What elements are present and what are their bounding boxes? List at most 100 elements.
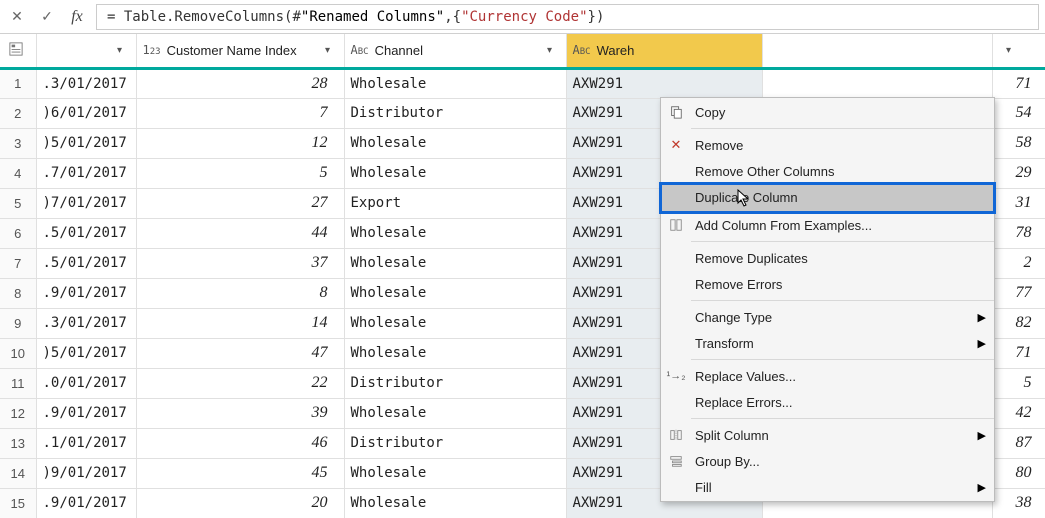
row-number[interactable]: 4	[0, 158, 36, 188]
cell-channel[interactable]: Wholesale	[344, 128, 566, 158]
cell-channel[interactable]: Wholesale	[344, 218, 566, 248]
cell-channel[interactable]: Wholesale	[344, 308, 566, 338]
cell-customer-index[interactable]: 28	[136, 68, 344, 98]
cell-date[interactable]: )6/01/2017	[36, 98, 136, 128]
cell-warehouse[interactable]: AXW291	[566, 68, 762, 98]
cell-value[interactable]: 87	[992, 428, 1045, 458]
menu-group-by[interactable]: Group By...	[661, 448, 994, 474]
cell-date[interactable]: .9/01/2017	[36, 488, 136, 518]
cell-customer-index[interactable]: 27	[136, 188, 344, 218]
row-number[interactable]: 12	[0, 398, 36, 428]
menu-duplicate-column[interactable]: Duplicate Column	[661, 184, 994, 212]
cell-channel[interactable]: Wholesale	[344, 248, 566, 278]
cell-channel[interactable]: Wholesale	[344, 458, 566, 488]
cell-customer-index[interactable]: 14	[136, 308, 344, 338]
cell-date[interactable]: .5/01/2017	[36, 218, 136, 248]
chevron-down-icon[interactable]: ▾	[540, 45, 560, 56]
cell-hidden[interactable]	[762, 68, 992, 98]
cell-value[interactable]: 42	[992, 398, 1045, 428]
cell-customer-index[interactable]: 37	[136, 248, 344, 278]
cell-customer-index[interactable]: 7	[136, 98, 344, 128]
chevron-down-icon[interactable]: ▾	[999, 45, 1019, 56]
cell-customer-index[interactable]: 46	[136, 428, 344, 458]
cell-channel[interactable]: Distributor	[344, 428, 566, 458]
column-header-channel[interactable]: ABC Channel ▾	[344, 34, 566, 68]
table-row[interactable]: 1 .3/01/2017 28 Wholesale AXW291 71	[0, 68, 1045, 98]
cell-channel[interactable]: Wholesale	[344, 68, 566, 98]
chevron-down-icon[interactable]: ▾	[110, 45, 130, 56]
cell-value[interactable]: 77	[992, 278, 1045, 308]
menu-copy[interactable]: Copy	[661, 99, 994, 125]
cell-date[interactable]: .5/01/2017	[36, 248, 136, 278]
cell-channel[interactable]: Wholesale	[344, 338, 566, 368]
row-number[interactable]: 6	[0, 218, 36, 248]
row-number[interactable]: 8	[0, 278, 36, 308]
column-header-customer-index[interactable]: 123 Customer Name Index ▾	[136, 34, 344, 68]
menu-change-type[interactable]: Change Type ▶	[661, 304, 994, 330]
cell-date[interactable]: .9/01/2017	[36, 278, 136, 308]
cell-channel[interactable]: Export	[344, 188, 566, 218]
column-header-hidden[interactable]	[762, 34, 992, 68]
fx-icon[interactable]: fx	[62, 2, 92, 32]
row-number[interactable]: 2	[0, 98, 36, 128]
cell-date[interactable]: .7/01/2017	[36, 158, 136, 188]
table-menu-icon[interactable]	[6, 42, 26, 59]
cell-customer-index[interactable]: 22	[136, 368, 344, 398]
cell-value[interactable]: 78	[992, 218, 1045, 248]
row-number[interactable]: 11	[0, 368, 36, 398]
cell-customer-index[interactable]: 20	[136, 488, 344, 518]
cell-channel[interactable]: Wholesale	[344, 158, 566, 188]
menu-remove-errors[interactable]: Remove Errors	[661, 271, 994, 297]
cell-customer-index[interactable]: 5	[136, 158, 344, 188]
cell-date[interactable]: )5/01/2017	[36, 338, 136, 368]
menu-split-column[interactable]: Split Column ▶	[661, 422, 994, 448]
cell-channel[interactable]: Wholesale	[344, 278, 566, 308]
menu-remove[interactable]: ✕ Remove	[661, 132, 994, 158]
menu-replace-values[interactable]: ¹→₂ Replace Values...	[661, 363, 994, 389]
cell-date[interactable]: .3/01/2017	[36, 68, 136, 98]
menu-add-from-examples[interactable]: Add Column From Examples...	[661, 212, 994, 238]
menu-fill[interactable]: Fill ▶	[661, 474, 994, 500]
column-header-warehouse[interactable]: ABC Wareh	[566, 34, 762, 68]
cell-customer-index[interactable]: 12	[136, 128, 344, 158]
cell-date[interactable]: .3/01/2017	[36, 308, 136, 338]
menu-replace-errors[interactable]: Replace Errors...	[661, 389, 994, 415]
row-number[interactable]: 10	[0, 338, 36, 368]
menu-remove-other[interactable]: Remove Other Columns	[661, 158, 994, 184]
cell-value[interactable]: 80	[992, 458, 1045, 488]
cell-channel[interactable]: Distributor	[344, 368, 566, 398]
cell-value[interactable]: 71	[992, 68, 1045, 98]
cell-customer-index[interactable]: 44	[136, 218, 344, 248]
column-header-value[interactable]: ▾	[992, 34, 1045, 68]
accept-formula-icon[interactable]: ✓	[32, 2, 62, 32]
cell-date[interactable]: .9/01/2017	[36, 398, 136, 428]
cell-value[interactable]: 54	[992, 98, 1045, 128]
cell-value[interactable]: 29	[992, 158, 1045, 188]
cell-value[interactable]: 5	[992, 368, 1045, 398]
row-header-corner[interactable]	[0, 34, 36, 68]
row-number[interactable]: 1	[0, 68, 36, 98]
row-number[interactable]: 13	[0, 428, 36, 458]
cell-customer-index[interactable]: 45	[136, 458, 344, 488]
row-number[interactable]: 7	[0, 248, 36, 278]
cell-value[interactable]: 38	[992, 488, 1045, 518]
column-header-date[interactable]: ▾	[36, 34, 136, 68]
chevron-down-icon[interactable]: ▾	[318, 45, 338, 56]
menu-transform[interactable]: Transform ▶	[661, 330, 994, 356]
cell-date[interactable]: )7/01/2017	[36, 188, 136, 218]
cell-channel[interactable]: Wholesale	[344, 488, 566, 518]
cell-value[interactable]: 2	[992, 248, 1045, 278]
cell-date[interactable]: .1/01/2017	[36, 428, 136, 458]
cell-channel[interactable]: Distributor	[344, 98, 566, 128]
cell-channel[interactable]: Wholesale	[344, 398, 566, 428]
cell-value[interactable]: 71	[992, 338, 1045, 368]
cell-customer-index[interactable]: 39	[136, 398, 344, 428]
cell-date[interactable]: )9/01/2017	[36, 458, 136, 488]
menu-remove-duplicates[interactable]: Remove Duplicates	[661, 245, 994, 271]
row-number[interactable]: 5	[0, 188, 36, 218]
row-number[interactable]: 3	[0, 128, 36, 158]
row-number[interactable]: 14	[0, 458, 36, 488]
cell-customer-index[interactable]: 8	[136, 278, 344, 308]
formula-input[interactable]: = Table.RemoveColumns(#"Renamed Columns"…	[96, 4, 1039, 30]
cell-value[interactable]: 31	[992, 188, 1045, 218]
